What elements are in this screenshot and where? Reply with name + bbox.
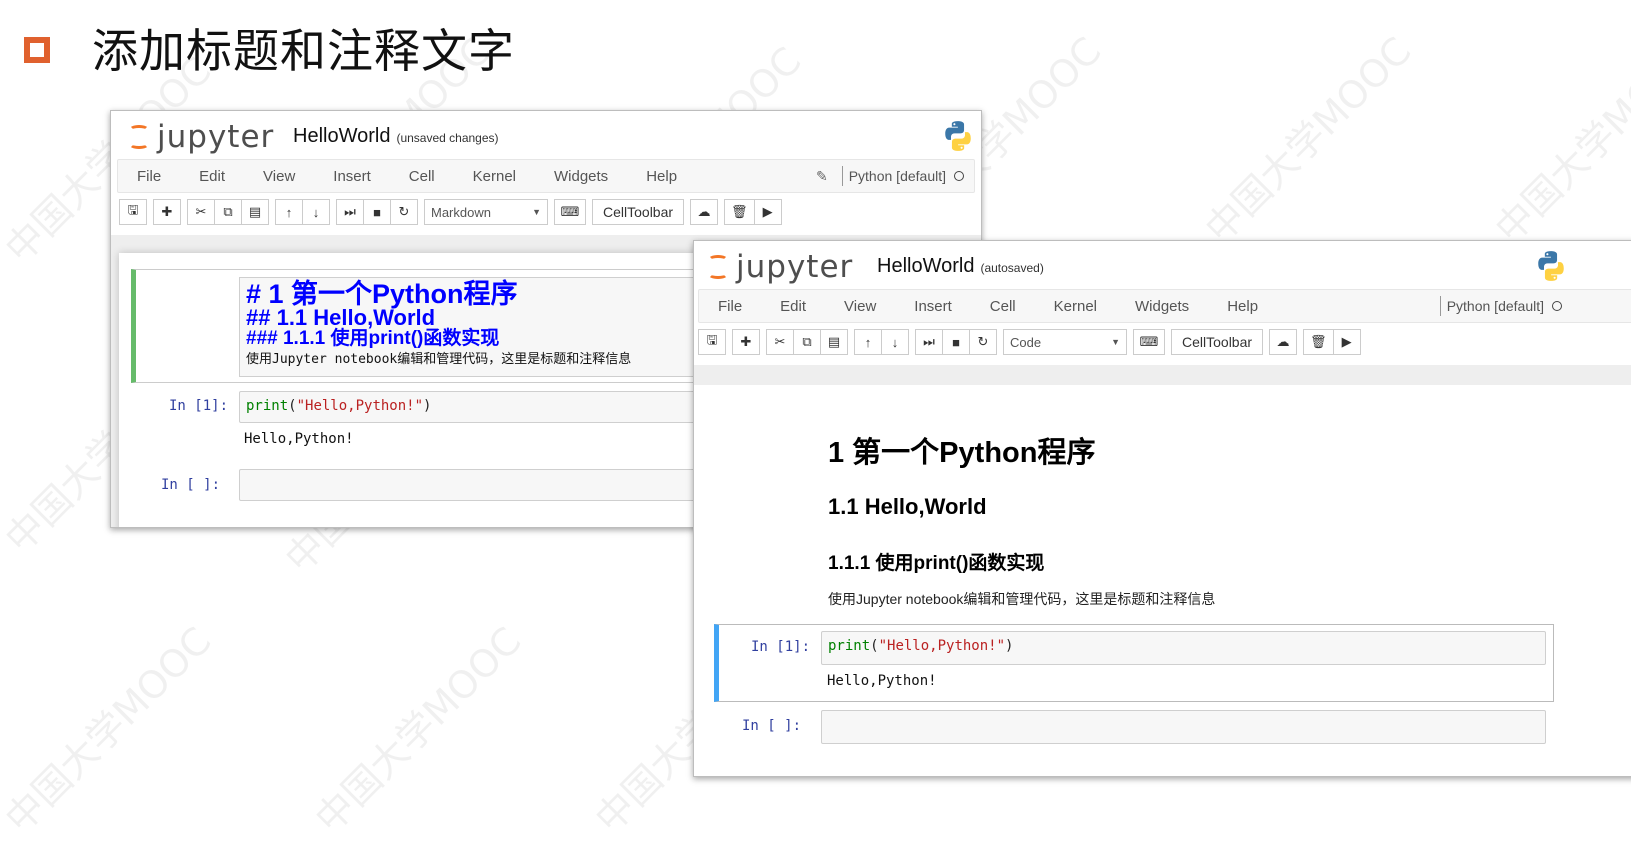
step-forward-icon[interactable]: ⏭ xyxy=(915,329,943,355)
toolbar: 🖫 ✚ ✂ ⧉ ▤ ↑ ↓ ⏭ ■ ↻ Markdown ▼ ⌨ CellTool… xyxy=(119,197,973,227)
code-cell-output: Hello,Python! xyxy=(244,431,354,447)
menu-file[interactable]: File xyxy=(699,298,761,315)
paste-icon[interactable]: ▤ xyxy=(820,329,848,355)
plus-icon[interactable]: ✚ xyxy=(732,329,760,355)
cloud-upload-icon[interactable]: ☁ xyxy=(690,199,719,225)
menu-widgets[interactable]: Widgets xyxy=(535,168,627,185)
menu-cell[interactable]: Cell xyxy=(971,298,1035,315)
slide-title-text: 添加标题和注释文字 xyxy=(92,24,515,78)
step-forward-icon[interactable]: ⏭ xyxy=(336,199,364,225)
menu-kernel[interactable]: Kernel xyxy=(454,168,535,185)
stop-icon[interactable]: ■ xyxy=(363,199,391,225)
watermark: 中国大学MOOC xyxy=(1486,28,1631,252)
dropdown-arrow-icon: ▼ xyxy=(1111,337,1120,347)
menu-cell[interactable]: Cell xyxy=(390,168,454,185)
kernel-idle-circle-icon xyxy=(954,171,964,181)
watermark: 中国大学MOOC xyxy=(306,618,530,842)
menu-edit[interactable]: Edit xyxy=(180,168,244,185)
kernel-indicator: ✎ Python [default] xyxy=(816,160,964,192)
arrow-down-icon[interactable]: ↓ xyxy=(881,329,909,355)
save-status: (autosaved) xyxy=(980,261,1044,275)
slideshow-icon[interactable]: ▶ xyxy=(753,199,782,225)
empty-cell-input[interactable] xyxy=(821,710,1546,744)
slideshow-icon[interactable]: ▶ xyxy=(1332,329,1361,355)
paste-icon[interactable]: ▤ xyxy=(241,199,269,225)
cell-type-select[interactable]: Markdown ▼ xyxy=(424,199,548,225)
menu-view[interactable]: View xyxy=(825,298,895,315)
copy-icon[interactable]: ⧉ xyxy=(793,329,821,355)
arrow-up-icon[interactable]: ↑ xyxy=(854,329,882,355)
menu-edit[interactable]: Edit xyxy=(761,298,825,315)
rendered-paragraph: 使用Jupyter notebook编辑和管理代码，这里是标题和注释信息 xyxy=(828,591,1216,607)
right-notebook-window: jupyter HelloWorld (autosaved) File Edit … xyxy=(693,240,1631,777)
cell-type-select[interactable]: Code ▼ xyxy=(1003,329,1127,355)
kernel-name[interactable]: Python [default] xyxy=(1447,298,1544,314)
code-cell-output: Hello,Python! xyxy=(827,673,937,689)
rendered-heading-h2: 1.1 Hello,World xyxy=(828,494,987,519)
kernel-name[interactable]: Python [default] xyxy=(849,168,946,184)
rendered-heading-h1: 1 第一个Python程序 xyxy=(828,437,1096,469)
trash-icon[interactable]: 🗑 xyxy=(1303,329,1334,355)
restart-icon[interactable]: ↻ xyxy=(390,199,418,225)
python-logo-icon xyxy=(1538,251,1564,281)
notebook-header: jupyter HelloWorld (unsaved changes) xyxy=(111,111,981,157)
kernel-indicator: Python [default] xyxy=(1432,290,1562,322)
jupyter-logo-icon xyxy=(706,254,730,280)
notebook-background xyxy=(694,365,1631,385)
menu-view[interactable]: View xyxy=(244,168,314,185)
jupyter-logo[interactable]: jupyter xyxy=(127,119,274,155)
edit-mode-pencil-icon: ✎ xyxy=(815,167,828,184)
cloud-upload-icon[interactable]: ☁ xyxy=(1269,329,1298,355)
python-logo-icon xyxy=(945,121,971,151)
plus-icon[interactable]: ✚ xyxy=(153,199,181,225)
celltoolbar-button[interactable]: CellToolbar xyxy=(1171,329,1264,355)
notebook-name[interactable]: HelloWorld (unsaved changes) xyxy=(293,125,499,148)
kernel-idle-circle-icon xyxy=(1552,301,1562,311)
menu-insert[interactable]: Insert xyxy=(314,168,390,185)
watermark: 中国大学MOOC xyxy=(1196,28,1420,252)
stop-icon[interactable]: ■ xyxy=(942,329,970,355)
menubar: File Edit View Insert Cell Kernel Widget… xyxy=(698,289,1631,323)
save-icon[interactable]: 🖫 xyxy=(119,199,147,225)
arrow-down-icon[interactable]: ↓ xyxy=(302,199,330,225)
empty-cell-prompt: In [ ]: xyxy=(742,718,802,734)
copy-icon[interactable]: ⧉ xyxy=(214,199,242,225)
save-icon[interactable]: 🖫 xyxy=(698,329,726,355)
jupyter-logo[interactable]: jupyter xyxy=(706,249,853,285)
restart-icon[interactable]: ↻ xyxy=(969,329,997,355)
menu-widgets[interactable]: Widgets xyxy=(1116,298,1208,315)
menu-insert[interactable]: Insert xyxy=(895,298,971,315)
celltoolbar-button[interactable]: CellToolbar xyxy=(592,199,685,225)
dropdown-arrow-icon: ▼ xyxy=(532,207,541,217)
empty-cell-prompt: In [ ]: xyxy=(161,477,221,493)
rendered-heading-h3: 1.1.1 使用print()函数实现 xyxy=(828,553,1045,574)
watermark: 中国大学MOOC xyxy=(0,618,220,842)
keyboard-icon[interactable]: ⌨ xyxy=(554,199,586,225)
menu-help[interactable]: Help xyxy=(1208,298,1277,315)
bullet-square-icon xyxy=(24,37,50,63)
menu-help[interactable]: Help xyxy=(627,168,696,185)
notebook-header: jupyter HelloWorld (autosaved) xyxy=(694,241,1631,287)
slide-title: 添加标题和注释文字 xyxy=(24,18,515,78)
arrow-up-icon[interactable]: ↑ xyxy=(275,199,303,225)
code-cell-prompt: In [1]: xyxy=(751,639,811,655)
menubar: File Edit View Insert Cell Kernel Widget… xyxy=(117,159,975,193)
menu-kernel[interactable]: Kernel xyxy=(1035,298,1116,315)
trash-icon[interactable]: 🗑 xyxy=(724,199,755,225)
cut-icon[interactable]: ✂ xyxy=(766,329,794,355)
notebook-name[interactable]: HelloWorld (autosaved) xyxy=(877,255,1044,278)
cut-icon[interactable]: ✂ xyxy=(187,199,215,225)
keyboard-icon[interactable]: ⌨ xyxy=(1133,329,1165,355)
code-cell-prompt: In [1]: xyxy=(169,398,229,414)
code-cell-input[interactable]: print("Hello,Python!") xyxy=(821,631,1546,665)
jupyter-logo-icon xyxy=(127,124,151,150)
save-status: (unsaved changes) xyxy=(396,131,499,145)
menu-file[interactable]: File xyxy=(118,168,180,185)
toolbar: 🖫 ✚ ✂ ⧉ ▤ ↑ ↓ ⏭ ■ ↻ Code ▼ ⌨ CellToolbar … xyxy=(698,327,1631,357)
